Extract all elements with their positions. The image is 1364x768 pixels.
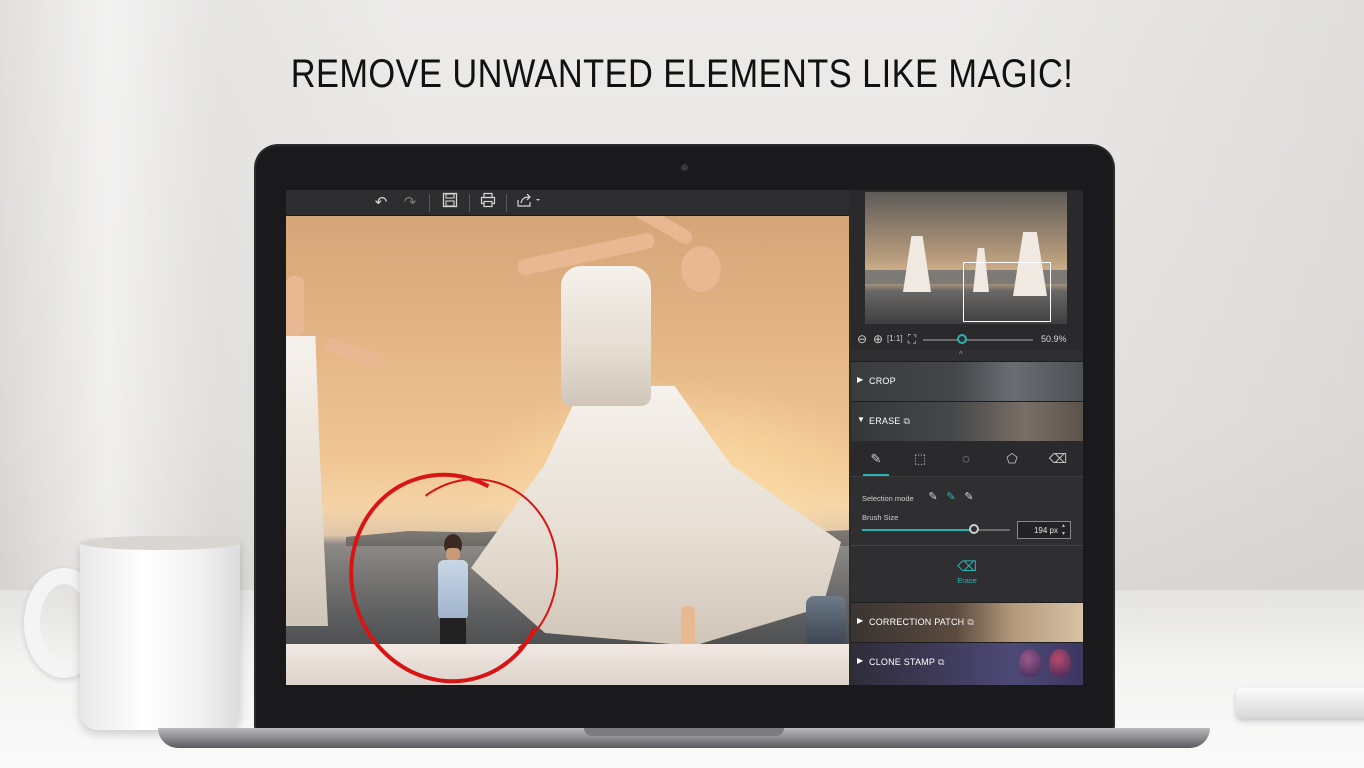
stage-floor: [286, 644, 849, 685]
active-tool-indicator: [863, 474, 889, 476]
erase-button-label: Erase: [957, 576, 977, 585]
eraser-icon[interactable]: ⌫: [1047, 449, 1069, 469]
section-erase[interactable]: ▼ ERASE ⧉: [851, 401, 1083, 441]
spin-arrows-icon[interactable]: ▴ ▾: [1062, 522, 1065, 538]
polygon-lasso-icon[interactable]: ⬠: [1001, 449, 1023, 469]
caret-right-icon: ▶: [857, 616, 864, 625]
lasso-icon[interactable]: ◌: [955, 449, 977, 469]
zoom-slider-track[interactable]: [923, 339, 1033, 341]
print-icon[interactable]: [477, 192, 499, 214]
left-dancer-arm: [323, 336, 385, 370]
caret-right-icon: ▶: [857, 656, 864, 665]
section-crop[interactable]: ▶ CROP: [851, 361, 1083, 401]
selection-mode-add-icon[interactable]: ✎: [944, 490, 958, 504]
photo-canvas[interactable]: [286, 216, 849, 685]
section-clone-stamp[interactable]: ▶ CLONE STAMP ⧉: [851, 642, 1083, 685]
info-icon[interactable]: ⧉: [904, 416, 911, 427]
brush-tool-icon[interactable]: ✎: [865, 449, 887, 469]
section-clone-stamp-title: CLONE STAMP ⧉: [869, 657, 945, 668]
left-dancer-head: [286, 276, 304, 336]
share-icon[interactable]: [514, 192, 544, 214]
brush-size-label: Brush Size: [862, 513, 899, 522]
undo-icon[interactable]: ↶: [370, 192, 392, 214]
section-crop-label: CROP: [869, 376, 896, 386]
notebook: [1236, 688, 1364, 718]
toolbar-separator: [469, 194, 470, 212]
balloon-graphic: [1049, 649, 1071, 677]
erase-tool-row: ✎ ⬚ ◌ ⬠ ⌫: [851, 441, 1083, 477]
main-dancer-bodice: [561, 266, 651, 406]
section-clone-stamp-label: CLONE STAMP: [869, 657, 936, 667]
mug-rim: [80, 536, 240, 550]
zoom-controls: ⊖ ⊕ [1:1] ⛶ 50.9%: [851, 330, 1083, 350]
headline: REMOVE UNWANTED ELEMENTS LIKE MAGIC!: [290, 52, 1074, 96]
app-screen: ↶ ↷ ⊖ ⊕ [1:1] ⛶ 50.9% ^ ▶ CROP ▼ ERASE ⧉…: [286, 190, 1083, 685]
section-correction-patch[interactable]: ▶ CORRECTION PATCH ⧉: [851, 602, 1083, 642]
main-dancer-head: [681, 246, 721, 292]
navigator-viewport-rect[interactable]: [963, 262, 1051, 322]
laptop-camera: [681, 164, 688, 171]
background-person: [806, 596, 846, 646]
brush-size-fill: [862, 529, 975, 531]
info-icon[interactable]: ⧉: [967, 617, 974, 628]
zoom-out-icon[interactable]: ⊖: [855, 332, 869, 346]
coffee-mug: [80, 540, 240, 730]
selection-mode-new-icon[interactable]: ✎: [926, 490, 940, 504]
laptop-notch: [584, 728, 784, 736]
section-correction-patch-title: CORRECTION PATCH ⧉: [869, 617, 974, 628]
options-divider: [851, 545, 1083, 546]
fit-screen-icon[interactable]: ⛶: [905, 332, 919, 346]
chevron-up-icon[interactable]: ^: [959, 350, 963, 359]
section-correction-patch-label: CORRECTION PATCH: [869, 617, 965, 627]
section-erase-title: ERASE ⧉: [869, 416, 910, 427]
selection-mode-label: Selection mode: [862, 494, 914, 503]
erase-button[interactable]: ⌫ Erase: [947, 558, 987, 588]
navigator-thumbnail[interactable]: [865, 192, 1067, 324]
balloon-graphic: [1019, 649, 1041, 677]
caret-right-icon: ▶: [857, 375, 864, 384]
side-panel: ⊖ ⊕ [1:1] ⛶ 50.9% ^ ▶ CROP ▼ ERASE ⧉ ✎ ⬚ …: [851, 190, 1083, 685]
erase-icon: ⌫: [957, 558, 977, 574]
zoom-slider-knob[interactable]: [957, 334, 967, 344]
zoom-value: 50.9%: [1041, 334, 1067, 344]
actual-size-icon[interactable]: [1:1]: [887, 332, 903, 346]
section-erase-label: ERASE: [869, 416, 901, 426]
left-dancer-dress: [286, 336, 328, 626]
toolbar-separator: [429, 194, 430, 212]
save-icon[interactable]: [439, 192, 461, 214]
zoom-in-icon[interactable]: ⊕: [871, 332, 885, 346]
selection-mode-subtract-icon[interactable]: ✎: [962, 490, 976, 504]
caret-down-icon: ▼: [857, 415, 865, 424]
toolbar-separator: [506, 194, 507, 212]
toolbar: ↶ ↷: [286, 190, 849, 216]
info-icon[interactable]: ⧉: [938, 657, 945, 668]
navigator: ⊖ ⊕ [1:1] ⛶ 50.9%: [851, 190, 1083, 350]
rect-select-icon[interactable]: ⬚: [909, 449, 931, 469]
redo-icon[interactable]: ↷: [399, 192, 421, 214]
